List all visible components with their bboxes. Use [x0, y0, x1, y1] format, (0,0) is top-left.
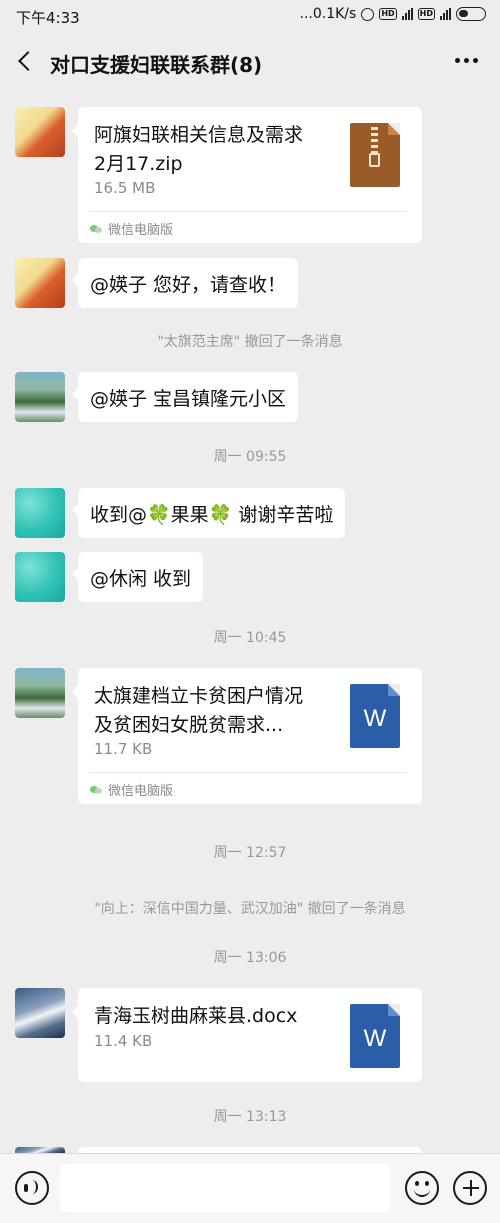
file-message[interactable]: 太旗建档立卡贫困户情况 及贫困妇女脱贫需求... 11.7 KB W 微信电脑版 [72, 668, 422, 804]
system-notice: "太旗范主席" 撤回了一条消息 [157, 334, 343, 350]
file-size: 16.5 MB [94, 179, 156, 197]
text-message[interactable]: @休闲 收到 [71, 552, 204, 602]
file-size: 11.4 KB [94, 1032, 153, 1050]
timestamp: 周一 12:57 [213, 845, 287, 861]
timestamp: 周一 10:45 [213, 630, 287, 646]
signal-icon [401, 8, 413, 20]
divider [90, 772, 406, 773]
wechat-icon [90, 785, 103, 795]
system-notice: "向上：深信中国力量、武汉加油" 撤回了一条消息 [94, 901, 406, 917]
file-message[interactable]: 青海玉树曲麻莱县.docx 11.4 KB W [72, 988, 422, 1082]
word-file-icon: W [350, 1004, 400, 1068]
sender-avatar[interactable] [15, 372, 65, 422]
voice-input-icon[interactable] [15, 1171, 49, 1205]
status-icons: ...0.1K/s HD HD [299, 6, 486, 22]
sender-avatar[interactable] [15, 107, 65, 157]
file-source: 微信电脑版 [90, 780, 173, 799]
status-bar: 下午4:33 ...0.1K/s HD HD [0, 0, 500, 32]
timestamp: 周一 13:13 [213, 1109, 287, 1125]
back-arrow-icon[interactable] [14, 49, 38, 75]
file-name: 太旗建档立卡贫困户情况 及贫困妇女脱贫需求... [94, 685, 304, 736]
sender-avatar[interactable] [15, 668, 65, 718]
sender-avatar[interactable] [15, 258, 65, 308]
signal-icon-2 [440, 8, 451, 20]
more-options-icon[interactable] [455, 58, 478, 63]
text-message[interactable]: 收到@🍀果果🍀 谢谢辛苦啦 [71, 488, 346, 538]
message-input[interactable] [60, 1164, 390, 1212]
text-message[interactable]: @媖子 您好，请查收！ [71, 258, 299, 308]
sender-avatar[interactable] [15, 988, 65, 1038]
input-bar [0, 1153, 500, 1223]
timestamp: 周一 13:06 [213, 950, 287, 966]
file-name: 青海玉树曲麻莱县.docx [94, 1005, 298, 1027]
wechat-icon [90, 224, 103, 234]
hd-icon-2: HD [417, 8, 435, 20]
word-file-icon: W [350, 684, 400, 748]
hd-icon: HD [379, 8, 397, 20]
divider [90, 211, 406, 212]
plus-icon[interactable] [453, 1171, 487, 1205]
timestamp: 周一 09:55 [213, 449, 287, 465]
sender-avatar[interactable] [15, 552, 65, 602]
file-name: 阿旗妇联相关信息及需求 2月17.zip [94, 124, 304, 175]
alarm-icon [361, 7, 375, 21]
text-message[interactable]: @媖子 宝昌镇隆元小区 [71, 372, 299, 422]
file-size: 11.7 KB [94, 740, 153, 758]
chat-header: 对口支援妇联联系群(8) [0, 32, 500, 92]
sender-avatar[interactable] [15, 488, 65, 538]
status-time: 下午4:33 [16, 9, 80, 27]
file-source: 微信电脑版 [90, 219, 173, 238]
zip-file-icon [350, 123, 400, 187]
file-message[interactable]: 阿旗妇联相关信息及需求 2月17.zip 16.5 MB 微信电脑版 [72, 107, 422, 243]
battery-icon [456, 7, 486, 21]
chat-title: 对口支援妇联联系群(8) [50, 53, 263, 77]
emoji-icon[interactable] [405, 1171, 439, 1205]
network-speed: ...0.1K/s [299, 6, 357, 22]
